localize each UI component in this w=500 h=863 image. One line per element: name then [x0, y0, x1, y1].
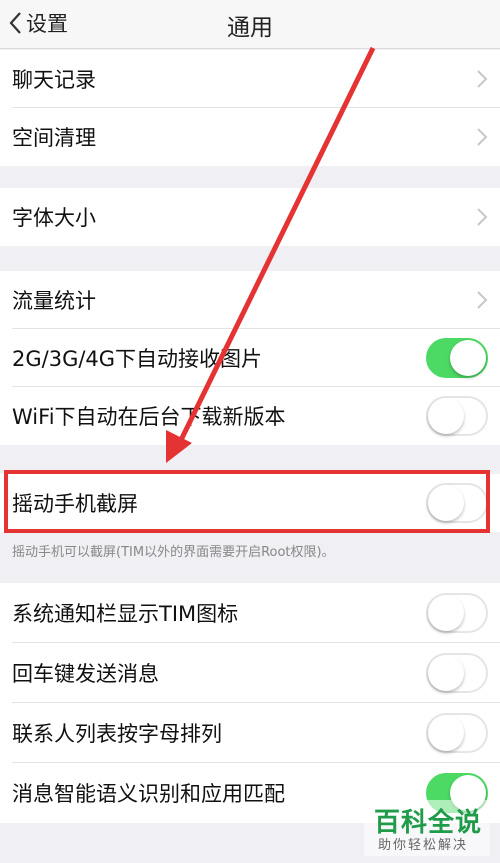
item-label: 流量统计	[12, 289, 96, 313]
item-label: 系统通知栏显示TIM图标	[12, 602, 239, 626]
font-size-item[interactable]: 字体大小	[0, 188, 500, 246]
item-label: 联系人列表按字母排列	[12, 722, 222, 746]
wifi-auto-download-toggle[interactable]	[426, 396, 488, 436]
alphabetical-contacts-item: 联系人列表按字母排列	[0, 703, 500, 763]
group-misc: 系统通知栏显示TIM图标 回车键发送消息 联系人列表按字母排列 消息智能语义识别…	[0, 583, 500, 823]
page-title: 通用	[227, 15, 273, 41]
notification-icon-toggle[interactable]	[426, 593, 488, 633]
enter-to-send-toggle[interactable]	[426, 653, 488, 693]
enter-to-send-item: 回车键发送消息	[0, 643, 500, 703]
group-font: 字体大小	[0, 188, 500, 246]
notification-icon-item: 系统通知栏显示TIM图标	[0, 583, 500, 643]
item-label: 字体大小	[12, 206, 96, 230]
wifi-auto-download-item: WiFi下自动在后台下载新版本	[0, 387, 500, 445]
item-label: 空间清理	[12, 126, 96, 150]
group-data: 流量统计 2G/3G/4G下自动接收图片 WiFi下自动在后台下载新版本	[0, 271, 500, 445]
chat-history-item[interactable]: 聊天记录	[0, 50, 500, 108]
group-chat: 聊天记录 空间清理	[0, 50, 500, 166]
nav-bar: 设置 通用	[0, 0, 500, 49]
chevron-right-icon	[477, 128, 488, 146]
watermark-subtitle: 助你轻松解决	[378, 838, 469, 853]
chevron-right-icon	[477, 208, 488, 226]
watermark-logo: 百科全说 助你轻松解决	[364, 800, 490, 856]
group-shake: 摇动手机截屏	[0, 474, 500, 532]
chevron-right-icon	[477, 291, 488, 309]
item-label: 聊天记录	[12, 68, 96, 92]
alphabetical-contacts-toggle[interactable]	[426, 713, 488, 753]
item-label: WiFi下自动在后台下载新版本	[12, 405, 286, 429]
auto-receive-images-toggle[interactable]	[426, 338, 488, 378]
item-label: 2G/3G/4G下自动接收图片	[12, 347, 263, 371]
shake-screenshot-toggle[interactable]	[426, 483, 488, 523]
shake-screenshot-item: 摇动手机截屏	[0, 474, 500, 532]
storage-cleanup-item[interactable]: 空间清理	[0, 108, 500, 166]
item-label: 摇动手机截屏	[12, 492, 138, 516]
data-usage-item[interactable]: 流量统计	[0, 271, 500, 329]
item-label: 回车键发送消息	[12, 662, 159, 686]
chevron-right-icon	[477, 70, 488, 88]
shake-note: 摇动手机可以截屏(TIM以外的界面需要开启Root权限)。	[12, 545, 335, 560]
auto-receive-images-item: 2G/3G/4G下自动接收图片	[0, 329, 500, 387]
item-label: 消息智能语义识别和应用匹配	[12, 782, 285, 806]
